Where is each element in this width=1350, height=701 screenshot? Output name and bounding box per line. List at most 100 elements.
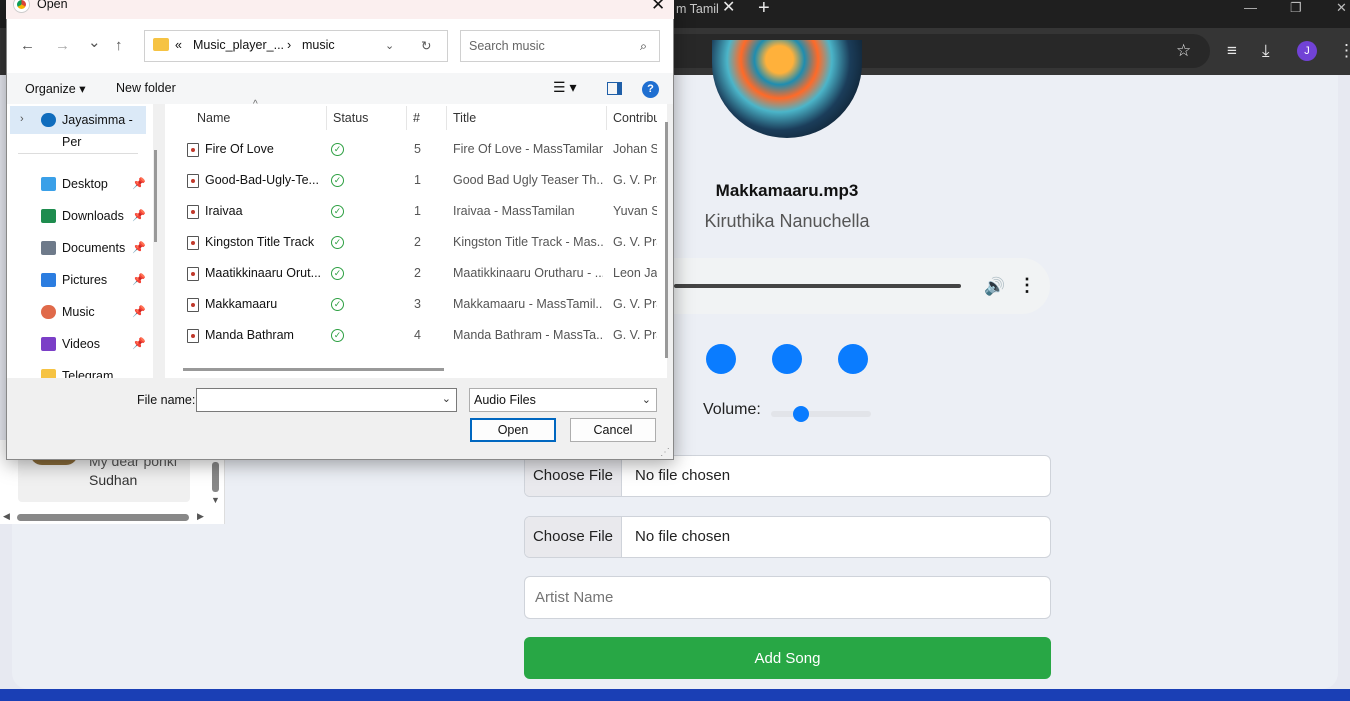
refresh-icon[interactable]: ↻ bbox=[421, 38, 431, 53]
window-close-icon[interactable]: ✕ bbox=[1336, 0, 1347, 16]
column-divider[interactable] bbox=[326, 106, 327, 130]
contributing-artist: G. V. Pra bbox=[613, 235, 657, 249]
song-file-input[interactable]: Choose File No file chosen bbox=[524, 455, 1051, 497]
nav-item-downloads[interactable]: Downloads 📌 bbox=[7, 205, 153, 227]
documents-icon bbox=[41, 241, 56, 255]
contributing-artist: G. V. Pra bbox=[613, 328, 657, 342]
file-list-vertical-scrollbar[interactable] bbox=[665, 122, 668, 358]
address-bar[interactable] bbox=[620, 34, 1210, 68]
onedrive-icon bbox=[41, 113, 56, 127]
organize-button[interactable]: Organize ▾ bbox=[25, 81, 85, 96]
contributing-artist: Yuvan Sl bbox=[613, 204, 657, 218]
progress-track[interactable] bbox=[674, 284, 961, 288]
chevron-down-icon[interactable]: ⌄ bbox=[385, 39, 394, 52]
playlist-icon[interactable]: ≡ bbox=[1227, 42, 1237, 60]
breadcrumb-overflow[interactable]: « bbox=[175, 38, 182, 52]
chevron-down-icon[interactable]: ⌄ bbox=[442, 392, 451, 405]
nav-item-onedrive[interactable]: Jayasimma - Per bbox=[7, 109, 153, 149]
track-title: Good Bad Ugly Teaser Th... bbox=[453, 173, 603, 187]
column-divider[interactable] bbox=[406, 106, 407, 130]
new-tab-button[interactable]: + bbox=[758, 0, 770, 18]
cover-file-input[interactable]: Choose File No file chosen bbox=[524, 516, 1051, 558]
table-row[interactable]: Good-Bad-Ugly-Te... ✓ 1 Good Bad Ugly Tease… bbox=[165, 165, 667, 196]
breadcrumb-item[interactable]: music bbox=[302, 38, 335, 52]
view-options-icon[interactable]: ☰ ▾ bbox=[553, 79, 576, 96]
breadcrumb-item[interactable]: Music_player_... bbox=[193, 38, 284, 52]
breadcrumb-separator[interactable]: › bbox=[287, 38, 291, 52]
table-row[interactable]: Fire Of Love ✓ 5 Fire Of Love - MassTamilan… bbox=[165, 134, 667, 165]
download-icon[interactable]: ⤓ bbox=[1262, 42, 1270, 60]
scroll-left-icon[interactable]: ◀ bbox=[3, 511, 10, 522]
column-divider[interactable] bbox=[606, 106, 607, 130]
preview-pane-icon[interactable] bbox=[607, 82, 622, 95]
scroll-down-icon[interactable]: ▼ bbox=[211, 495, 220, 505]
volume-slider[interactable] bbox=[771, 411, 871, 417]
table-row[interactable]: Manda Bathram ✓ 4 Manda Bathram - MassTa...… bbox=[165, 320, 667, 351]
next-button[interactable] bbox=[838, 344, 868, 374]
nav-item-music[interactable]: Music 📌 bbox=[7, 301, 153, 323]
open-button[interactable]: Open bbox=[470, 418, 556, 442]
star-icon[interactable]: ☆ bbox=[1176, 42, 1191, 60]
volume-icon[interactable]: 🔊 bbox=[984, 277, 1005, 297]
nav-item-telegram[interactable]: Telegram Deskto bbox=[7, 365, 153, 378]
file-list-horizontal-scrollbar[interactable] bbox=[183, 368, 444, 371]
add-song-button[interactable]: Add Song bbox=[524, 637, 1051, 679]
more-icon[interactable]: ⋮ bbox=[1338, 42, 1350, 60]
column-divider[interactable] bbox=[446, 106, 447, 130]
pin-icon: 📌 bbox=[132, 274, 146, 286]
cancel-button[interactable]: Cancel bbox=[570, 418, 656, 442]
audio-file-icon bbox=[187, 236, 199, 250]
nav-item-pictures[interactable]: Pictures 📌 bbox=[7, 269, 153, 291]
playlist-horizontal-scrollbar[interactable] bbox=[17, 514, 189, 521]
choose-file-button[interactable]: Choose File bbox=[525, 517, 622, 557]
track-number: 4 bbox=[414, 328, 421, 342]
playlist-vertical-scrollbar[interactable] bbox=[212, 462, 219, 492]
pin-icon: 📌 bbox=[132, 242, 146, 254]
up-icon[interactable]: ↑ bbox=[115, 37, 123, 54]
new-folder-button[interactable]: New folder bbox=[116, 81, 176, 95]
sync-status-icon: ✓ bbox=[331, 174, 344, 187]
play-button[interactable] bbox=[772, 344, 802, 374]
table-row[interactable]: Kingston Title Track ✓ 2 Kingston Title Tra… bbox=[165, 227, 667, 258]
recent-locations-icon[interactable]: ⌄ bbox=[88, 33, 101, 51]
artist-name-input[interactable] bbox=[524, 576, 1051, 619]
restore-icon[interactable]: ❐ bbox=[1290, 0, 1302, 16]
table-row[interactable]: Maatikkinaaru Orut... ✓ 2 Maatikkinaaru Oru… bbox=[165, 258, 667, 289]
table-row[interactable]: Makkamaaru ✓ 3 Makkamaaru - MassTamil... G. … bbox=[165, 289, 667, 320]
previous-button[interactable] bbox=[706, 344, 736, 374]
volume-label: Volume: bbox=[703, 401, 761, 418]
file-type-value: Audio Files bbox=[474, 393, 536, 407]
column-header-contributing-artists[interactable]: Contribu bbox=[613, 111, 657, 125]
minimize-icon[interactable]: — bbox=[1244, 0, 1257, 16]
track-title: Fire Of Love - MassTamilan bbox=[453, 142, 603, 156]
track-title: Iraivaa - MassTamilan bbox=[453, 204, 575, 218]
file-type-select[interactable]: Audio Files ⌄ bbox=[469, 388, 657, 412]
back-icon[interactable]: ← bbox=[20, 37, 35, 54]
file-name-input[interactable]: ⌄ bbox=[196, 388, 457, 412]
tab-close-icon[interactable]: ✕ bbox=[722, 0, 735, 17]
player-menu-icon[interactable]: ⋮ bbox=[1018, 275, 1036, 296]
nav-item-desktop[interactable]: Desktop 📌 bbox=[7, 173, 153, 195]
scroll-right-icon[interactable]: ▶ bbox=[197, 511, 204, 522]
audio-file-icon bbox=[187, 329, 199, 343]
choose-file-button[interactable]: Choose File bbox=[525, 456, 622, 496]
search-input[interactable]: Search music ⌕ bbox=[460, 30, 660, 62]
column-header-title[interactable]: Title bbox=[453, 111, 476, 125]
forward-icon[interactable]: → bbox=[55, 37, 70, 54]
table-row[interactable]: Iraivaa ✓ 1 Iraivaa - MassTamilan Yuvan Sl bbox=[165, 196, 667, 227]
column-header-name[interactable]: Name bbox=[197, 111, 230, 125]
column-header-status[interactable]: Status bbox=[333, 111, 368, 125]
address-breadcrumb[interactable]: « Music_player_... › music ⌄ ↻ bbox=[144, 30, 448, 62]
volume-slider-thumb[interactable] bbox=[793, 406, 809, 422]
nav-item-videos[interactable]: Videos 📌 bbox=[7, 333, 153, 355]
resize-grip-icon[interactable]: ⋰ bbox=[660, 447, 670, 458]
videos-icon bbox=[41, 337, 56, 351]
audio-file-icon bbox=[187, 205, 199, 219]
column-header-number[interactable]: # bbox=[413, 111, 420, 125]
tab-title[interactable]: m Tamil bbox=[676, 1, 719, 17]
nav-scrollbar[interactable] bbox=[154, 150, 157, 242]
help-icon[interactable]: ? bbox=[642, 81, 659, 98]
nav-item-documents[interactable]: Documents 📌 bbox=[7, 237, 153, 259]
avatar[interactable]: J bbox=[1297, 41, 1317, 61]
dialog-close-icon[interactable]: ✕ bbox=[651, 0, 665, 15]
